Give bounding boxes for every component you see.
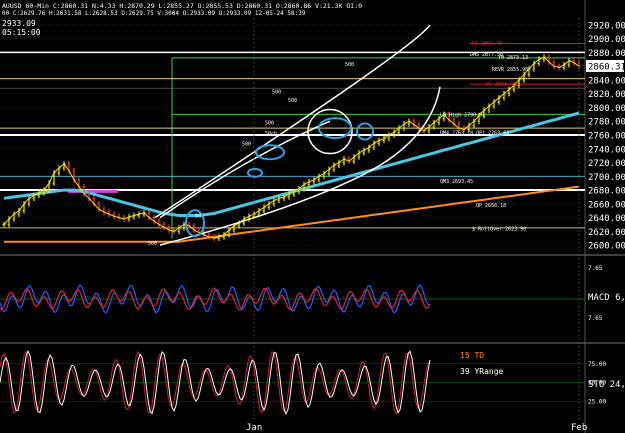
sto-tick-label: 25.00	[588, 398, 606, 405]
price-tick-label: 2760.00	[588, 132, 625, 142]
volume-profile-label: 50ch	[265, 131, 277, 137]
cursor-time: 05:15:00	[2, 28, 41, 37]
level-annotation: R1 2893.46	[472, 41, 502, 47]
level-annotation: QP 2658.18	[476, 203, 506, 209]
level-annotation: YH 2873.13	[498, 55, 528, 61]
level-annotation: DM4 2763.18 OP1 2763.63	[440, 131, 509, 137]
chart-canvas: AUUSD 60-Min C:2860.31 N:4.33 H:2870.29 …	[0, 0, 625, 433]
level-annotation: REVR 2855.98	[492, 67, 528, 73]
sto-label-yrange: 39 YRange	[460, 367, 504, 376]
white-circle-annotation	[307, 108, 353, 155]
level-annotation: LB High 2790.01	[440, 112, 485, 118]
price-tick-label: 2800.00	[588, 104, 625, 114]
price-tick-label: 2820.00	[588, 90, 625, 100]
price-tick-label: 2780.00	[588, 118, 625, 128]
last-price-label: 2860.31	[588, 62, 625, 72]
blue-circle-annotation	[356, 122, 374, 141]
sto-label-td: 15 TD	[460, 351, 484, 360]
level-annotation: YL 2834.06	[486, 82, 516, 88]
blue-circle-annotation	[247, 167, 263, 178]
stochastic-panel: 75.0050.0025.00	[0, 349, 606, 416]
macd-tick-label: 7.65	[588, 265, 603, 272]
volume-profile-label: 500	[148, 241, 157, 247]
price-tick-label: 2660.00	[588, 200, 625, 210]
macd-panel: 7.65 7.65	[0, 265, 603, 322]
volume-profile-label: 500	[242, 141, 251, 147]
level-annotation: QM3 2693.45	[440, 179, 473, 185]
price-panel	[0, 0, 625, 433]
macd-title: MACD 6,	[588, 293, 625, 303]
price-tick-label: 2720.00	[588, 159, 625, 169]
price-tick-label: 2740.00	[588, 145, 625, 155]
time-tick-label: Feb	[571, 423, 587, 433]
level-annotation: $ RollOver 2623.90	[472, 227, 526, 233]
price-tick-label: 2920.00	[588, 21, 625, 31]
channel-lower	[159, 86, 441, 246]
ma-orange-line	[4, 185, 580, 243]
volume-profile-label: 500	[345, 62, 354, 68]
sto-tick-label: 75.00	[588, 361, 606, 368]
price-tick-label: 2880.00	[588, 49, 625, 59]
header-line1: AUUSD 60-Min C:2860.31 N:4.33 H:2870.29 …	[2, 2, 362, 10]
macd-tick-label: 7.65	[588, 315, 603, 322]
sto-title: STO 24,	[588, 380, 625, 390]
price-tick-label: 2700.00	[588, 173, 625, 183]
price-tick-label: 2840.00	[588, 76, 625, 86]
header-line2: 00 C:2629.76 H:2631.58 L:2628.53 O:2629.…	[2, 10, 306, 17]
volume-profile-label: 500	[272, 90, 281, 96]
volume-profile-label: 500	[265, 121, 274, 127]
price-tick-label: 2680.00	[588, 187, 625, 197]
price-tick-label: 2640.00	[588, 214, 625, 224]
price-tick-label: 2900.00	[588, 35, 625, 45]
blue-circle-annotation	[255, 144, 285, 161]
price-axis: 2920.00 2900.00 2880.00 2860.31 2840.00 2820.…	[586, 21, 625, 252]
price-tick-label: 2600.00	[588, 242, 625, 252]
cursor-price: 2933.09	[2, 19, 36, 28]
price-tick-label: 2620.00	[588, 228, 625, 238]
time-tick-label: Jan	[246, 423, 262, 433]
volume-profile-label: 500	[288, 98, 297, 104]
